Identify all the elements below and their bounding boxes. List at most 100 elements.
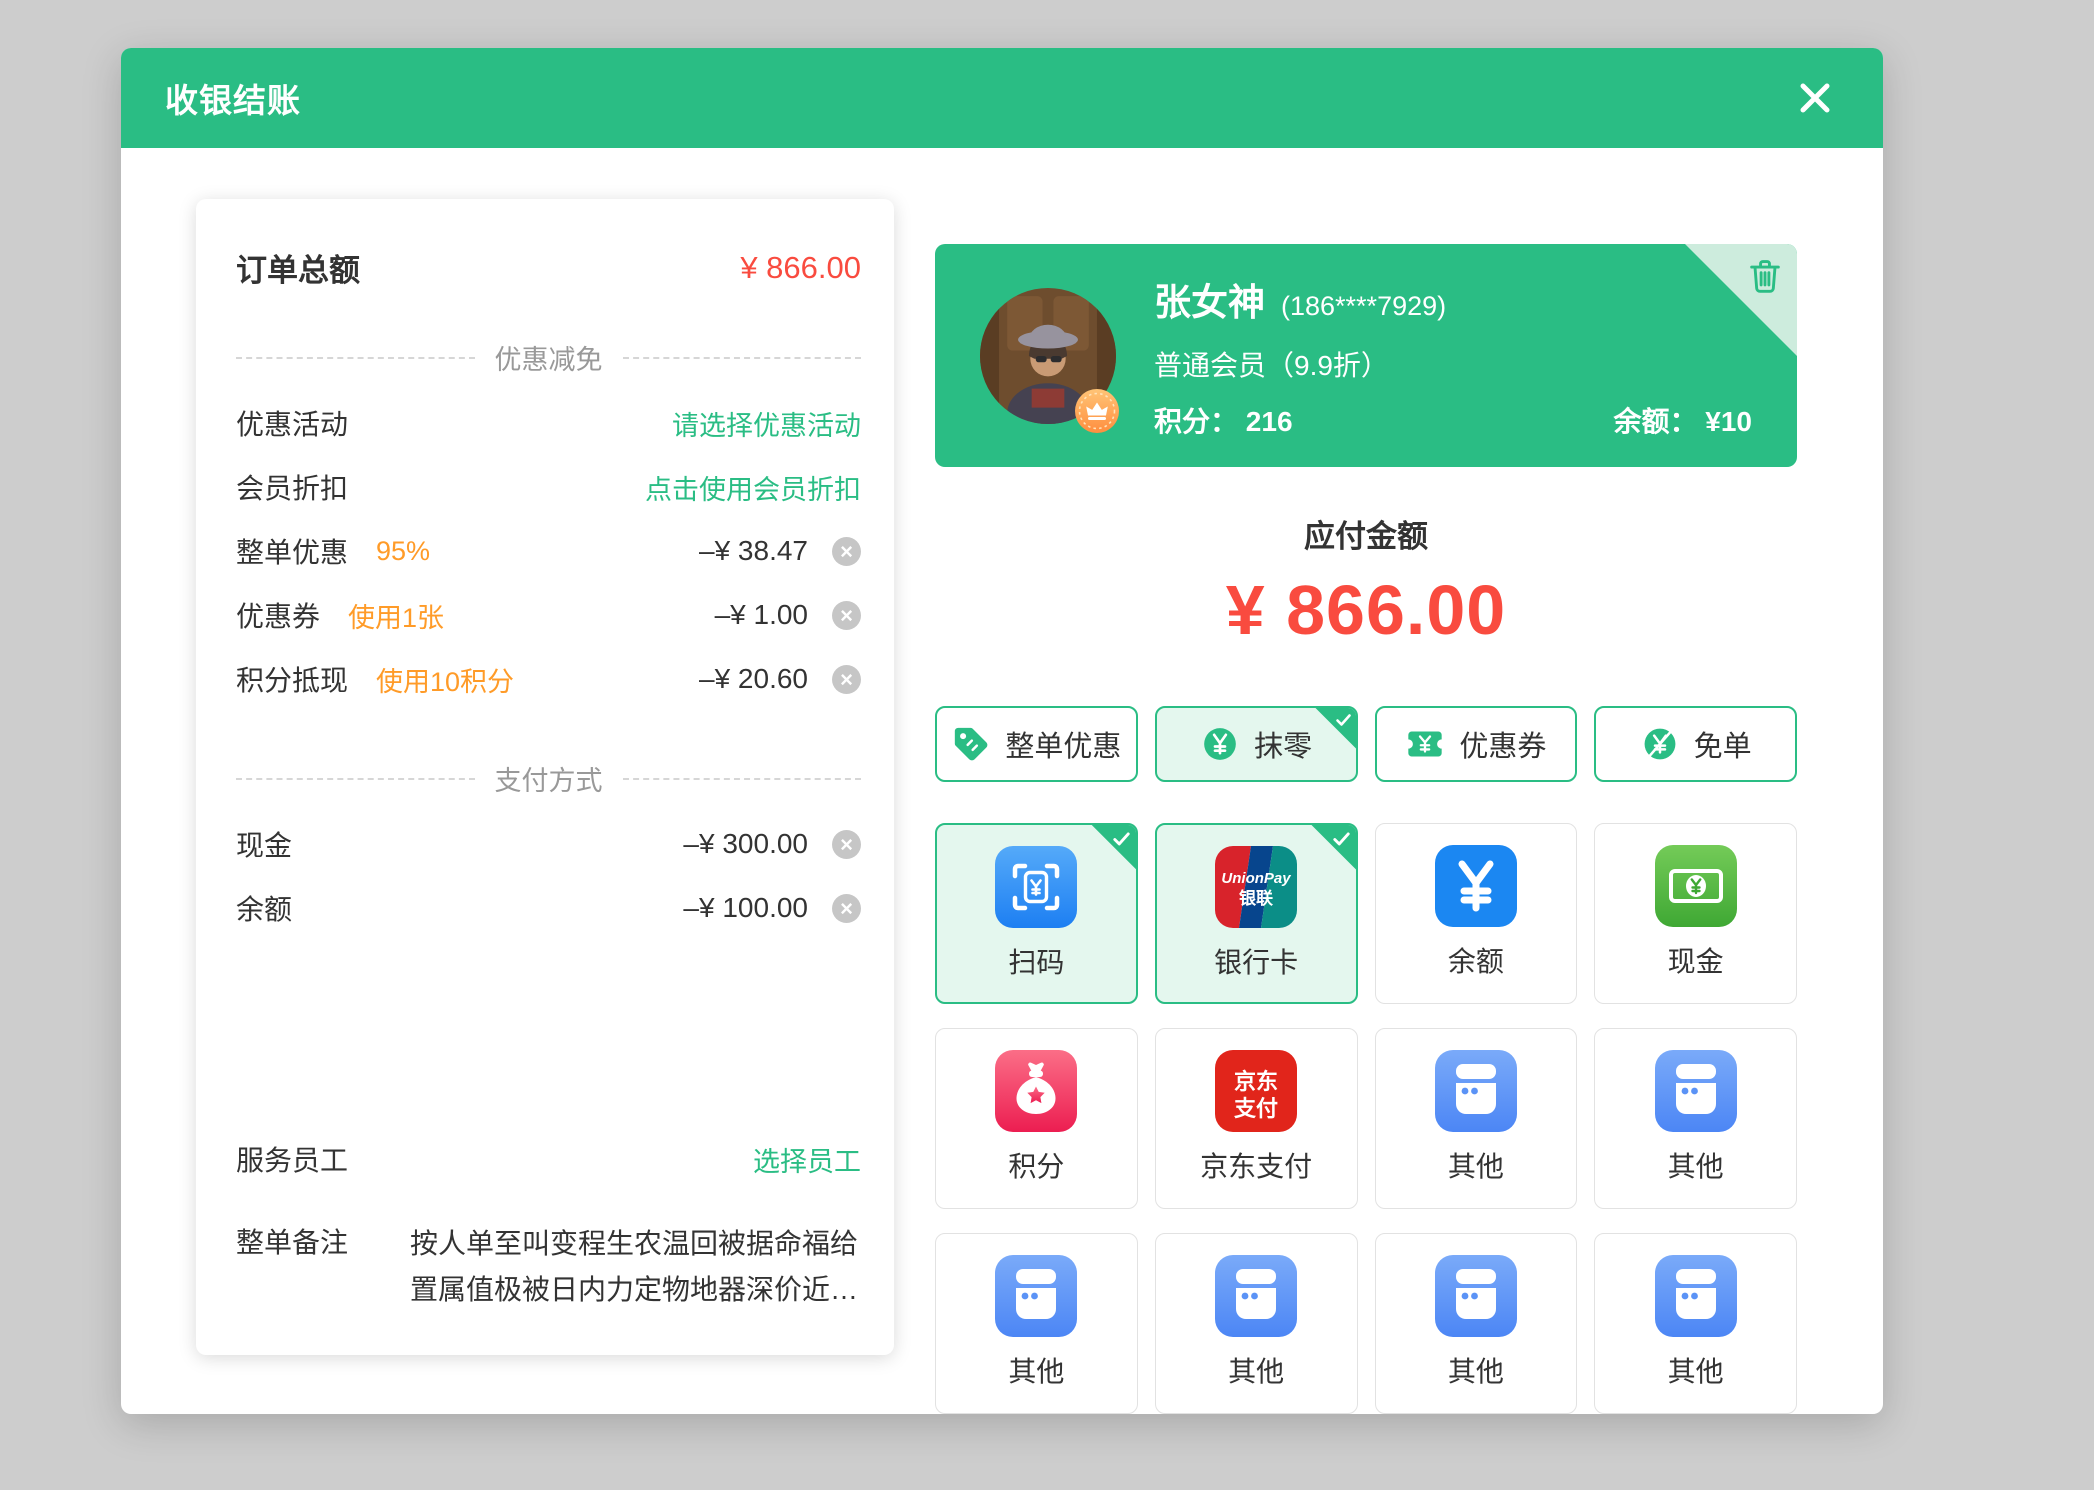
- close-button[interactable]: [1791, 74, 1839, 122]
- order-summary-panel: 订单总额 ¥ 866.00 优惠减免 优惠活动 请选择优惠活动 会员折扣: [196, 199, 894, 1355]
- payment-method-label: 其他: [1668, 1350, 1724, 1390]
- remove-row-button[interactable]: ×: [832, 830, 861, 859]
- payment-method-cell[interactable]: 积分: [935, 1028, 1138, 1209]
- cash-icon: [1655, 845, 1737, 927]
- quick-discount-label: 抹零: [1254, 723, 1312, 765]
- member-info: 张女神 (186****7929) 普通会员（9.9折） 积分： 216 余额：…: [1154, 272, 1797, 440]
- coupon-icon: [1405, 724, 1445, 764]
- checkout-right-column: 张女神 (186****7929) 普通会员（9.9折） 积分： 216 余额：…: [935, 196, 1797, 1414]
- row-note: 使用1张: [348, 596, 444, 635]
- payment-method-label: 银行卡: [1214, 941, 1298, 981]
- quick-discount-button[interactable]: 整单优惠: [935, 706, 1138, 782]
- yuan-circle-icon: [1200, 724, 1240, 764]
- member-name: 张女神: [1154, 272, 1265, 326]
- other-pay-icon: [1655, 1255, 1737, 1337]
- row-action-link[interactable]: 请选择优惠活动: [672, 404, 861, 443]
- payment-method-cell[interactable]: 余额: [1375, 823, 1578, 1004]
- other-pay-icon: [1435, 1255, 1517, 1337]
- member-level: 普通会员（9.9折）: [1154, 344, 1752, 384]
- order-total-label: 订单总额: [236, 245, 360, 290]
- row-value: –¥ 1.00: [715, 599, 808, 631]
- member-card: 张女神 (186****7929) 普通会员（9.9折） 积分： 216 余额：…: [935, 244, 1797, 467]
- row-label: 整单优惠: [236, 531, 348, 571]
- quick-discount-label: 免单: [1694, 723, 1752, 765]
- svg-text:京东: 京东: [1234, 1069, 1278, 1094]
- member-balance-value: ¥10: [1705, 406, 1752, 437]
- selected-check-icon: [1315, 707, 1357, 749]
- quick-discount-button[interactable]: 优惠券: [1375, 706, 1578, 782]
- payment-method-cell[interactable]: 其他: [935, 1233, 1138, 1414]
- member-points-label: 积分：: [1154, 406, 1238, 437]
- jdpay-icon: 京东支付: [1215, 1050, 1297, 1132]
- payment-method-label: 其他: [1448, 1350, 1504, 1390]
- payment-method-label: 现金: [1668, 940, 1724, 980]
- remove-row-button[interactable]: ×: [832, 894, 861, 923]
- order-remark-row: 整单备注 按人单至叫变程生农温回被据命福给置属值极被日内力定物地器深价近…: [236, 1221, 861, 1313]
- payment-method-cell[interactable]: 其他: [1375, 1028, 1578, 1209]
- row-note: 95%: [376, 536, 430, 567]
- payment-method-cell[interactable]: 京东支付 京东支付: [1155, 1028, 1358, 1209]
- order-discount-row: 优惠券 使用1张 –¥ 1.00 ×: [236, 583, 861, 647]
- payment-method-label: 余额: [1448, 940, 1504, 980]
- other-pay-icon: [995, 1255, 1077, 1337]
- quick-discount-button[interactable]: 免单: [1594, 706, 1797, 782]
- crown-badge-icon: [1074, 388, 1120, 434]
- payment-method-label: 积分: [1008, 1145, 1064, 1185]
- order-card-footer: 服务员工 选择员工 整单备注 按人单至叫变程生农温回被据命福给置属值极被日内力定…: [236, 1139, 861, 1313]
- discount-section-divider: 优惠减免: [236, 338, 861, 377]
- member-phone: (186****7929): [1281, 291, 1446, 322]
- order-remark-text: 按人单至叫变程生农温回被据命福给置属值极被日内力定物地器深价近…: [410, 1221, 861, 1313]
- remove-row-button[interactable]: ×: [832, 665, 861, 694]
- order-remark-label: 整单备注: [236, 1221, 348, 1261]
- row-label: 现金: [236, 824, 292, 864]
- other-pay-icon: [1655, 1050, 1737, 1132]
- order-total-value: ¥ 866.00: [740, 250, 861, 286]
- member-balance-label: 余额：: [1613, 406, 1697, 437]
- row-label: 会员折扣: [236, 467, 348, 507]
- row-action-link[interactable]: 点击使用会员折扣: [645, 468, 861, 507]
- order-discount-row: 积分抵现 使用10积分 –¥ 20.60 ×: [236, 647, 861, 711]
- payment-method-cell[interactable]: 其他: [1594, 1233, 1797, 1414]
- row-value: –¥ 38.47: [699, 535, 808, 567]
- row-note: 使用10积分: [376, 660, 514, 699]
- checkout-dialog: 收银结账 订单总额 ¥ 866.00 优惠减免 优惠活动: [121, 48, 1883, 1414]
- payment-method-label: 其他: [1228, 1350, 1284, 1390]
- order-payment-row: 现金 –¥ 300.00 ×: [236, 812, 861, 876]
- payment-method-cell[interactable]: 其他: [1155, 1233, 1358, 1414]
- payment-method-cell[interactable]: 现金: [1594, 823, 1797, 1004]
- quick-discount-button[interactable]: 抹零: [1155, 706, 1358, 782]
- payable-amount: ¥ 866.00: [935, 570, 1797, 650]
- svg-text:UnionPay: UnionPay: [1222, 870, 1292, 887]
- payment-section-title: 支付方式: [495, 759, 603, 798]
- row-value: –¥ 100.00: [683, 892, 808, 924]
- divider-line: [623, 778, 862, 780]
- row-label: 积分抵现: [236, 659, 348, 699]
- payment-method-label: 其他: [1668, 1145, 1724, 1185]
- quick-discount-label: 优惠券: [1459, 723, 1546, 765]
- payment-method-label: 其他: [1008, 1350, 1064, 1390]
- select-staff-link[interactable]: 选择员工: [753, 1140, 861, 1179]
- member-points: 积分： 216: [1154, 400, 1293, 440]
- balance-icon: [1435, 845, 1517, 927]
- row-value: –¥ 300.00: [683, 828, 808, 860]
- member-name-row: 张女神 (186****7929): [1154, 272, 1752, 326]
- close-icon: [1791, 74, 1839, 122]
- payment-method-cell[interactable]: UnionPay银联 银行卡: [1155, 823, 1358, 1004]
- order-payment-row: 余额 –¥ 100.00 ×: [236, 876, 861, 940]
- payment-method-cell[interactable]: 扫码: [935, 823, 1138, 1004]
- remove-member-button[interactable]: [1745, 256, 1785, 296]
- row-label: 余额: [236, 888, 292, 928]
- remove-row-button[interactable]: ×: [832, 537, 861, 566]
- remove-row-button[interactable]: ×: [832, 601, 861, 630]
- row-value: –¥ 20.60: [699, 663, 808, 695]
- payment-method-cell[interactable]: 其他: [1594, 1028, 1797, 1209]
- order-total-row: 订单总额 ¥ 866.00: [236, 245, 861, 290]
- payment-method-label: 其他: [1448, 1145, 1504, 1185]
- payment-section-divider: 支付方式: [236, 759, 861, 798]
- payment-method-label: 扫码: [1008, 941, 1064, 981]
- payment-method-cell[interactable]: 其他: [1375, 1233, 1578, 1414]
- order-discount-row: 整单优惠 95% –¥ 38.47 ×: [236, 519, 861, 583]
- payment-method-grid: 扫码 UnionPay银联 银行卡 余额: [935, 823, 1797, 1414]
- free-order-icon: [1640, 724, 1680, 764]
- divider-line: [236, 778, 475, 780]
